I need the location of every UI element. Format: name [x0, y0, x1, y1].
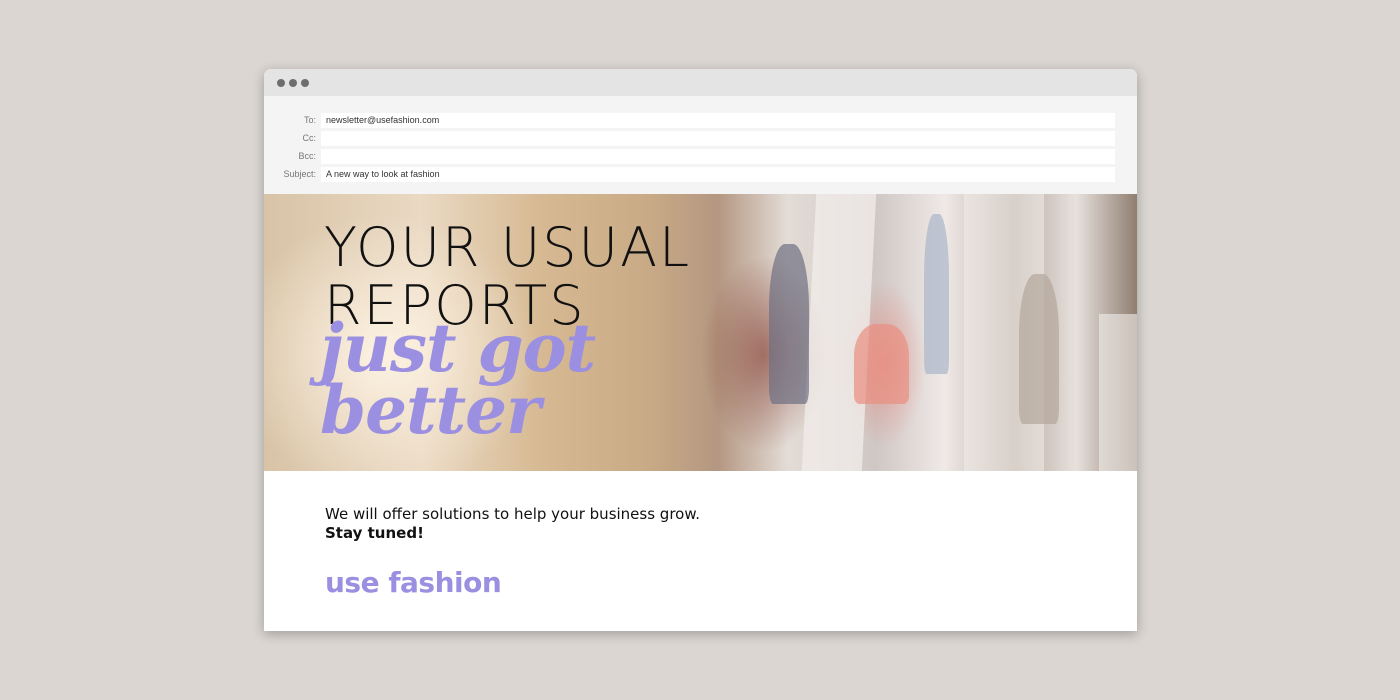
bcc-field[interactable] — [321, 149, 1115, 164]
cc-field[interactable] — [321, 131, 1115, 146]
maximize-window-dot-icon[interactable] — [301, 79, 309, 87]
close-window-dot-icon[interactable] — [277, 79, 285, 87]
fashion-sketch-figure — [769, 244, 809, 404]
subject-row: Subject: A new way to look at fashion — [264, 167, 1137, 182]
subject-label: Subject: — [283, 169, 316, 179]
bcc-label: Bcc: — [298, 151, 316, 161]
email-header-fields: To: newsletter@usefashion.com Cc: Bcc: S… — [264, 96, 1137, 194]
body-message: We will offer solutions to help your bus… — [325, 505, 700, 523]
subject-field[interactable]: A new way to look at fashion — [321, 167, 1115, 182]
window-titlebar — [264, 69, 1137, 96]
body-cta: Stay tuned! — [325, 524, 424, 542]
fashion-sketch-figure — [1019, 274, 1059, 424]
hero-headline-line1: YOUR USUAL — [324, 216, 692, 279]
cc-label: Cc: — [302, 133, 317, 143]
hero-script-line1: just got — [320, 309, 596, 387]
sketch-sheet — [1099, 314, 1137, 471]
bcc-row: Bcc: — [264, 149, 1137, 164]
to-label: To: — [303, 115, 316, 125]
email-window: To: newsletter@usefashion.com Cc: Bcc: S… — [264, 69, 1137, 631]
fashion-sketch-figure — [924, 214, 949, 374]
to-field[interactable]: newsletter@usefashion.com — [321, 113, 1115, 128]
fashion-sketch-figure — [854, 324, 909, 404]
hero-script-line2: better — [320, 371, 541, 449]
email-body: We will offer solutions to help your bus… — [264, 471, 1137, 631]
minimize-window-dot-icon[interactable] — [289, 79, 297, 87]
to-row: To: newsletter@usefashion.com — [264, 113, 1137, 128]
usefashion-logo: use fashion — [325, 566, 502, 599]
hero-banner-image: YOUR USUAL REPORTS just got better — [264, 194, 1137, 471]
cc-row: Cc: — [264, 131, 1137, 146]
